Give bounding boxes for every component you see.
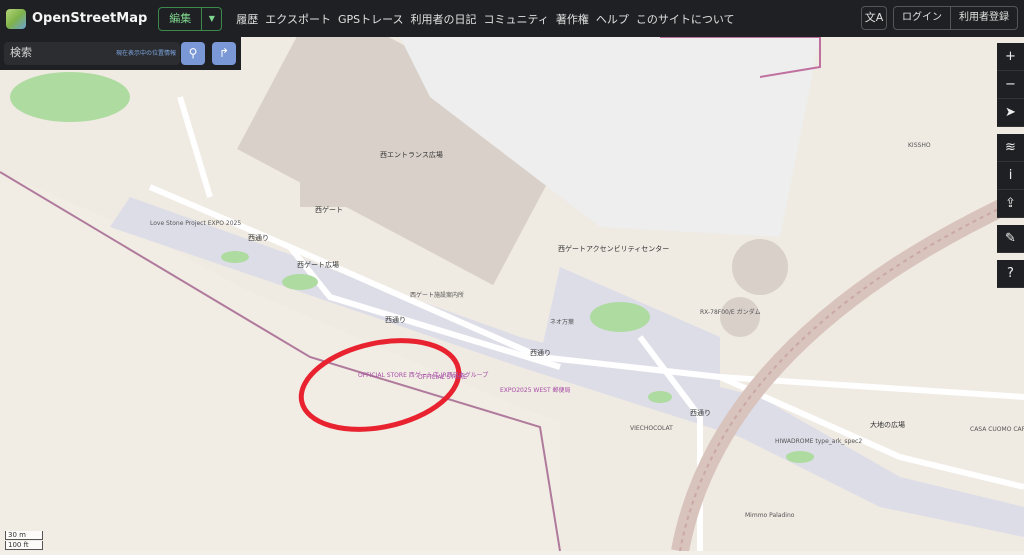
label-nishi-dori-2: 西通り: [385, 315, 406, 324]
nav-history[interactable]: 履歴: [236, 11, 258, 27]
map-key-icon[interactable]: i: [997, 162, 1024, 190]
signup-button[interactable]: 利用者登録: [951, 6, 1018, 30]
poi-expo-post: EXPO2025 WEST 郵便局: [500, 386, 571, 394]
poi-viechocolat: VIECHOCOLAT: [630, 425, 673, 432]
poi-mimmo: Mimmo Paladino: [745, 512, 795, 519]
label-west-entrance-plaza: 西エントランス広場: [380, 150, 443, 159]
poi-info-center: 西ゲート施設案内所: [410, 291, 464, 299]
zoom-out-icon[interactable]: −: [997, 71, 1024, 99]
query-features-icon[interactable]: ?: [997, 260, 1024, 288]
label-accessibility-center: 西ゲートアクセンビリティセンター: [558, 244, 669, 253]
query-tools: ?: [997, 260, 1024, 288]
label-west-gate-plaza: 西ゲート広場: [297, 260, 339, 269]
top-navigation-bar: OpenStreetMap 編集 ▼ 履歴 エクスポート GPSトレース 利用者…: [0, 0, 1024, 37]
zoom-in-icon[interactable]: +: [997, 43, 1024, 71]
directions-icon[interactable]: ↱: [212, 42, 236, 65]
label-daichi-plaza: 大地の広場: [870, 420, 905, 429]
scale-imperial: 100 ft: [5, 541, 43, 550]
login-button[interactable]: ログイン: [893, 6, 951, 30]
search-submit-icon[interactable]: ⚲: [181, 42, 205, 65]
user-actions: 文A ログイン 利用者登録: [861, 6, 1018, 30]
scale-metric: 30 m: [5, 531, 43, 540]
poi-kissho: KISSHO: [908, 142, 931, 149]
nav-export[interactable]: エクスポート: [265, 11, 331, 27]
map-svg: 西エントランス広場 西ゲートアクセンビリティセンター 西ゲート広場 西通り 西通…: [0, 0, 1024, 553]
poi-official-store-kintetsu: OFFICIAL STORE: [418, 374, 467, 381]
nav-copyright[interactable]: 著作権: [556, 11, 589, 27]
map-tools: ≋ i ⇪: [997, 134, 1024, 218]
label-nishi-gate: 西ゲート: [315, 205, 343, 214]
extra-tools: ✎: [997, 225, 1024, 253]
search-placeholder: 検索: [10, 46, 32, 59]
label-nishi-dori-1: 西通り: [248, 233, 269, 242]
poi-hiwadrome: HIWADROME type_ark_spec2: [775, 438, 862, 445]
where-am-i-link[interactable]: 現在表示中の位置情報: [116, 48, 176, 57]
nav-gps-traces[interactable]: GPSトレース: [338, 11, 404, 27]
add-note-icon[interactable]: ✎: [997, 225, 1024, 253]
nav-communities[interactable]: コミュニティ: [484, 11, 549, 27]
osm-logo-icon: [6, 8, 26, 29]
poi-casa-cuomo: CASA CUOMO CAFE: [970, 426, 1024, 433]
layers-icon[interactable]: ≋: [997, 134, 1024, 162]
language-icon[interactable]: 文A: [861, 6, 887, 30]
edit-button[interactable]: 編集: [158, 6, 203, 31]
label-nishi-dori-3: 西通り: [530, 348, 551, 357]
poi-love-stone: Love Stone Project EXPO 2025: [150, 220, 241, 227]
edit-dropdown-chevron-icon[interactable]: ▼: [202, 6, 223, 31]
poi-gundam: RX-78F00/E ガンダム: [700, 308, 761, 316]
edit-button-group: 編集 ▼: [158, 6, 223, 31]
map-canvas[interactable]: 西エントランス広場 西ゲートアクセンビリティセンター 西ゲート広場 西通り 西通…: [0, 0, 1024, 553]
share-icon[interactable]: ⇪: [997, 190, 1024, 218]
locate-icon[interactable]: ➤: [997, 99, 1024, 127]
nav-diaries[interactable]: 利用者の日記: [411, 11, 477, 27]
search-input[interactable]: 検索 現在表示中の位置情報: [4, 42, 180, 65]
site-logo[interactable]: OpenStreetMap: [6, 8, 148, 29]
nav-about[interactable]: このサイトについて: [636, 11, 735, 27]
poi-neo-manyo: ネオ万葉: [550, 318, 574, 326]
site-title: OpenStreetMap: [32, 11, 148, 26]
main-nav: 履歴 エクスポート GPSトレース 利用者の日記 コミュニティ 著作権 ヘルプ …: [236, 11, 741, 27]
label-nishi-dori-4: 西通り: [690, 408, 711, 417]
nav-help[interactable]: ヘルプ: [596, 11, 629, 27]
zoom-controls: + − ➤: [997, 43, 1024, 127]
